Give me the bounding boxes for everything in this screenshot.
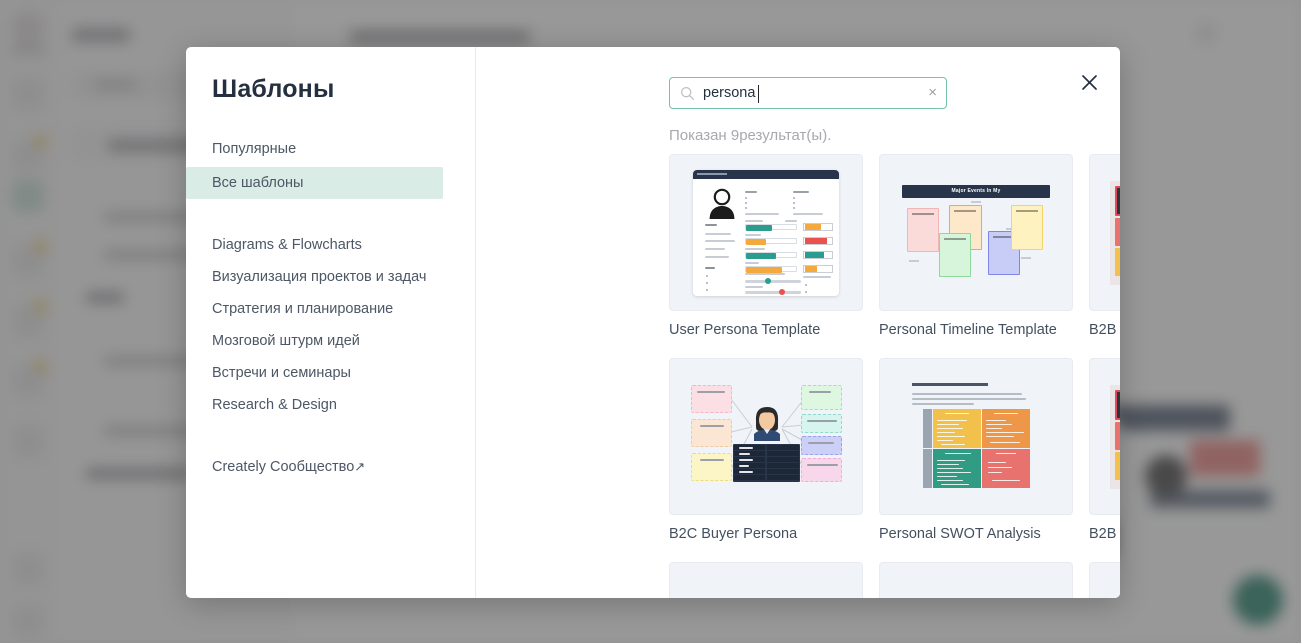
modal-sidebar: Шаблоны Популярные Все шаблоны Diagrams …: [186, 47, 476, 598]
text-caret: [758, 85, 759, 103]
b2c-buyer-persona-artwork: [686, 377, 846, 497]
template-card[interactable]: Major Events In My Personal Timeline Tem…: [879, 154, 1085, 358]
results-count: Показан 9результат(ы).: [669, 127, 832, 144]
template-card[interactable]: B2B Buyer Persona: [1089, 154, 1120, 358]
template-thumbnail: Major Events In My: [879, 154, 1073, 311]
template-label: B2B Buyer Persona: [1089, 526, 1120, 542]
sidebar-item-project-visualization[interactable]: Визуализация проектов и задач: [186, 261, 475, 293]
template-thumbnail: [1089, 562, 1120, 598]
modal-content: × Показан 9результат(ы).: [476, 47, 1120, 598]
personal-swot-artwork: [902, 377, 1050, 497]
b2b-buyer-persona-artwork: [1110, 384, 1120, 489]
search-field-wrapper: ×: [669, 77, 947, 109]
personal-timeline-artwork: Major Events In My: [893, 173, 1059, 293]
template-thumbnail: [669, 562, 863, 598]
template-card[interactable]: User Persona Template: [669, 154, 875, 358]
template-label: User Persona Template: [669, 322, 821, 338]
b2b-buyer-persona-artwork: [1110, 180, 1120, 285]
sidebar-item-meetings-workshops[interactable]: Встречи и семинары: [186, 357, 475, 389]
template-card[interactable]: [1089, 562, 1120, 598]
template-label: B2C Buyer Persona: [669, 526, 798, 542]
template-thumbnail: [1089, 154, 1120, 311]
template-card[interactable]: Personal SWOT Analysis: [879, 358, 1085, 562]
search-icon: [680, 86, 695, 101]
page-title: Шаблоны: [212, 75, 335, 103]
template-thumbnail: [1089, 358, 1120, 515]
template-label: B2B Buyer Persona: [1089, 322, 1120, 338]
sidebar-item-all-templates[interactable]: Все шаблоны: [186, 167, 443, 199]
templates-scroll-area[interactable]: User Persona Template Major Events In My: [669, 154, 1120, 598]
template-card[interactable]: B2C Buyer Persona: [669, 358, 875, 562]
template-card[interactable]: B2B Buyer Persona: [1089, 358, 1120, 562]
template-card[interactable]: [669, 562, 875, 598]
search-input[interactable]: [703, 78, 912, 108]
sidebar-item-strategy-planning[interactable]: Стратегия и планирование: [186, 293, 475, 325]
close-icon: [1081, 74, 1098, 91]
sidebar-item-community[interactable]: Creately Сообщество↗: [186, 451, 475, 483]
community-label: Creately Сообщество: [212, 459, 355, 475]
sidebar-item-popular[interactable]: Популярные: [186, 133, 475, 165]
timeline-title: Major Events In My: [902, 184, 1050, 198]
nav-spacer-3: [186, 421, 475, 451]
template-category-nav: Популярные Все шаблоны Diagrams & Flowch…: [186, 133, 475, 483]
sidebar-item-diagrams-flowcharts[interactable]: Diagrams & Flowcharts: [186, 229, 475, 261]
template-thumbnail: [879, 562, 1073, 598]
sidebar-item-research-design[interactable]: Research & Design: [186, 389, 475, 421]
external-link-icon: ↗: [354, 459, 366, 474]
templates-grid: User Persona Template Major Events In My: [669, 154, 1120, 598]
template-card[interactable]: [879, 562, 1085, 598]
template-label: Personal Timeline Template: [879, 322, 1057, 338]
sidebar-item-brainstorming[interactable]: Мозговой штурм идей: [186, 325, 475, 357]
user-persona-artwork: [693, 169, 839, 296]
template-label: Personal SWOT Analysis: [879, 526, 1041, 542]
close-button[interactable]: [1076, 69, 1102, 95]
template-thumbnail: [669, 154, 863, 311]
template-thumbnail: [669, 358, 863, 515]
b2c-avatar-icon: [750, 405, 784, 441]
templates-modal: Шаблоны Популярные Все шаблоны Diagrams …: [186, 47, 1120, 598]
template-thumbnail: [879, 358, 1073, 515]
clear-search-icon[interactable]: ×: [928, 85, 937, 101]
nav-spacer-2: [186, 199, 475, 229]
search-box[interactable]: ×: [669, 77, 947, 109]
